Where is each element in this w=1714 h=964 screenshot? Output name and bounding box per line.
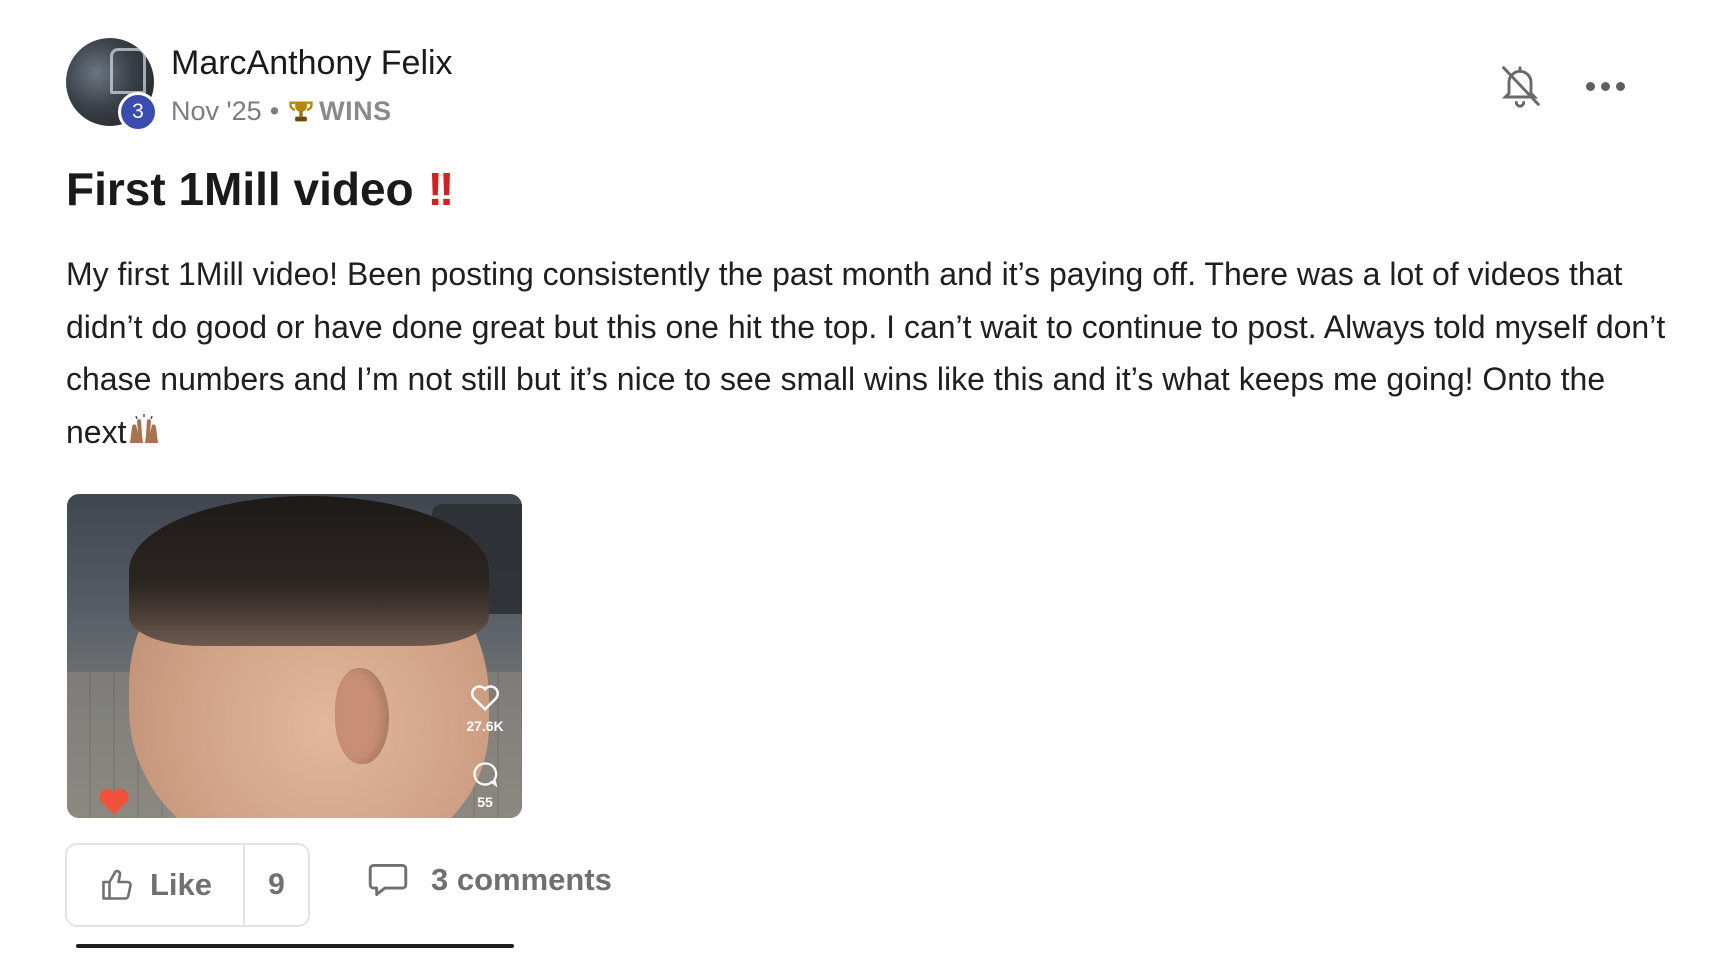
media-subject-ear [335,668,389,764]
post-media-thumbnail[interactable]: 27.6K 55 [67,494,522,818]
comments-button[interactable]: 3 comments [367,862,612,898]
trophy-icon [289,101,313,121]
post-body: My first 1Mill video! Been posting consi… [66,248,1666,458]
post-date[interactable]: Nov '25 [171,96,262,127]
media-likes-overlay: 27.6K [462,684,508,734]
next-post-edge [76,944,514,948]
author-avatar-container[interactable]: 3 [66,38,158,132]
like-control: Like 9 [65,843,310,927]
comments-label: 3 comments [431,862,612,897]
bell-off-icon [1501,66,1540,108]
level-badge: 3 [118,92,158,132]
author-name[interactable]: MarcAnthony Felix [171,44,453,83]
post-title: First 1Mill video !! [66,162,455,216]
more-dot [1600,81,1610,91]
media-subject-hair [129,496,489,646]
post-body-text: My first 1Mill video! Been posting consi… [66,256,1666,450]
like-count[interactable]: 9 [245,845,308,925]
red-heart-icon [99,788,129,815]
thumbs-up-icon [102,869,132,900]
like-button[interactable]: Like [67,845,245,925]
post-card: 3 MarcAnthony Felix Nov '25 • WINS First… [0,0,1714,964]
double-exclamation-emoji: !! [427,163,455,215]
media-comments-overlay: 55 [462,760,508,810]
media-comments-count: 55 [477,794,493,810]
comment-bubble-icon [473,762,498,788]
more-dot [1615,81,1625,91]
raising-hands-emoji [130,413,159,443]
comment-icon [368,864,408,896]
more-horizontal-icon [1585,81,1595,91]
post-title-text: First 1Mill video [66,163,414,215]
meta-separator: • [269,96,280,126]
category-label[interactable]: WINS [319,96,392,127]
heart-outline-icon [471,685,499,712]
more-options-button[interactable] [1582,72,1628,100]
notification-toggle-button[interactable] [1498,62,1542,110]
post-meta: Nov '25 • WINS [171,96,392,127]
like-label: Like [149,867,213,902]
media-likes-count: 27.6K [466,718,504,734]
